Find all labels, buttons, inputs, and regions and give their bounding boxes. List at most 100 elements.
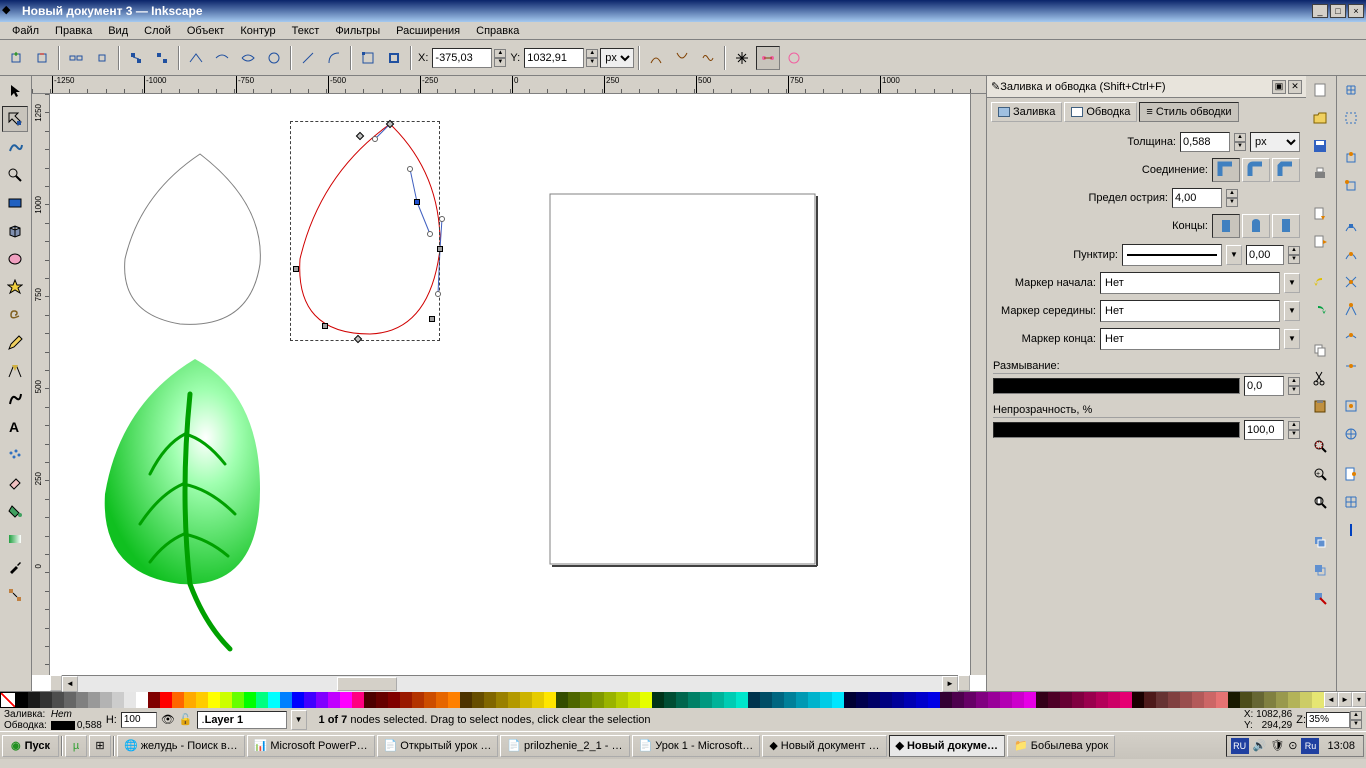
tab-stroke-style[interactable]: ≡Стиль обводки [1139, 102, 1238, 122]
color-swatch[interactable] [1312, 692, 1324, 708]
color-swatch[interactable] [1048, 692, 1060, 708]
unlink-clone-button[interactable] [1308, 586, 1332, 610]
color-swatch[interactable] [448, 692, 460, 708]
color-swatch[interactable] [652, 692, 664, 708]
color-swatch[interactable] [172, 692, 184, 708]
color-swatch[interactable] [16, 692, 28, 708]
color-swatch[interactable] [484, 692, 496, 708]
color-swatch[interactable] [928, 692, 940, 708]
new-doc-button[interactable] [1308, 78, 1332, 102]
color-swatch[interactable] [688, 692, 700, 708]
dock-close-button[interactable]: ✕ [1288, 80, 1302, 94]
eye-icon[interactable]: 👁 [161, 713, 175, 726]
object-to-path-button[interactable] [356, 46, 380, 70]
color-swatch[interactable] [1132, 692, 1144, 708]
color-swatch[interactable] [100, 692, 112, 708]
close-button[interactable]: × [1348, 4, 1364, 18]
color-swatch[interactable] [988, 692, 1000, 708]
snap-grid-button[interactable] [1339, 490, 1363, 514]
import-button[interactable] [1308, 202, 1332, 226]
marker-mid-arrow[interactable]: ▼ [1284, 301, 1300, 321]
segment-curve-button[interactable] [322, 46, 346, 70]
palette-scroll-right[interactable]: ► [1338, 692, 1352, 707]
duplicate-button[interactable] [1308, 530, 1332, 554]
blur-slider[interactable] [993, 378, 1240, 394]
no-paint-swatch[interactable] [0, 692, 16, 708]
snap-rotation-center-button[interactable] [1339, 422, 1363, 446]
marker-end-arrow[interactable]: ▼ [1284, 329, 1300, 349]
zoom-fit-selection[interactable] [1308, 434, 1332, 458]
connector-tool[interactable] [2, 582, 28, 608]
color-swatch[interactable] [964, 692, 976, 708]
color-swatch[interactable] [1204, 692, 1216, 708]
color-swatch[interactable] [940, 692, 952, 708]
color-swatch[interactable] [856, 692, 868, 708]
taskbar-task[interactable]: ◆Новый докуме… [889, 735, 1006, 757]
spray-tool[interactable] [2, 442, 28, 468]
color-swatch[interactable] [292, 692, 304, 708]
show-transform-handles-button[interactable] [730, 46, 754, 70]
taskbar-task[interactable]: 📁Бобылева урок [1007, 735, 1115, 757]
selector-tool[interactable] [2, 78, 28, 104]
tweak-tool[interactable] [2, 134, 28, 160]
maximize-button[interactable]: □ [1330, 4, 1346, 18]
cut-button[interactable] [1308, 366, 1332, 390]
color-swatch[interactable] [580, 692, 592, 708]
color-swatch[interactable] [844, 692, 856, 708]
snap-intersection-button[interactable] [1339, 270, 1363, 294]
stroke-width-unit[interactable]: px [1250, 132, 1300, 152]
color-swatch[interactable] [376, 692, 388, 708]
taskbar-task[interactable]: 📄Урок 1 - Microsoft… [632, 735, 761, 757]
color-swatch[interactable] [388, 692, 400, 708]
color-swatch[interactable] [496, 692, 508, 708]
show-outline-button[interactable] [782, 46, 806, 70]
lang-indicator-1[interactable]: RU [1231, 738, 1249, 754]
color-swatch[interactable] [424, 692, 436, 708]
node-smooth-button[interactable] [210, 46, 234, 70]
color-swatch[interactable] [472, 692, 484, 708]
snap-node-button[interactable] [1339, 214, 1363, 238]
control-handle[interactable] [407, 166, 413, 172]
dropper-tool[interactable] [2, 554, 28, 580]
y-input[interactable] [524, 48, 584, 68]
show-clip-button[interactable] [644, 46, 668, 70]
color-swatch[interactable] [400, 692, 412, 708]
lang-indicator-2[interactable]: Ru [1301, 738, 1319, 754]
color-swatch[interactable] [280, 692, 292, 708]
stroke-to-path-button[interactable] [382, 46, 406, 70]
color-swatch[interactable] [1096, 692, 1108, 708]
node-symmetric-button[interactable] [236, 46, 260, 70]
color-swatch[interactable] [1156, 692, 1168, 708]
node-handle[interactable] [322, 323, 328, 329]
control-handle[interactable] [372, 136, 378, 142]
color-swatch[interactable] [148, 692, 160, 708]
color-swatch[interactable] [52, 692, 64, 708]
color-swatch[interactable] [748, 692, 760, 708]
snap-enabled-button[interactable] [1339, 78, 1363, 102]
color-swatch[interactable] [760, 692, 772, 708]
color-swatch[interactable] [664, 692, 676, 708]
color-swatch[interactable] [868, 692, 880, 708]
menu-help[interactable]: Справка [468, 24, 527, 38]
color-swatch[interactable] [256, 692, 268, 708]
paste-button[interactable] [1308, 394, 1332, 418]
color-swatch[interactable] [808, 692, 820, 708]
unit-select[interactable]: px [600, 48, 634, 68]
control-handle[interactable] [427, 231, 433, 237]
width-spinner[interactable]: ▲▼ [1234, 133, 1246, 151]
join-nodes-button[interactable] [90, 46, 114, 70]
color-swatch[interactable] [268, 692, 280, 708]
color-swatch[interactable] [316, 692, 328, 708]
print-button[interactable] [1308, 162, 1332, 186]
quick-zoom-plus[interactable] [958, 675, 970, 691]
canvas[interactable] [50, 94, 970, 675]
opacity-quick-input[interactable] [121, 712, 157, 728]
snap-bbox-button[interactable] [1339, 106, 1363, 130]
zoom-fit-drawing[interactable]: + [1308, 462, 1332, 486]
color-swatch[interactable] [352, 692, 364, 708]
open-doc-button[interactable] [1308, 106, 1332, 130]
node-handle[interactable] [293, 266, 299, 272]
stroke-width-input[interactable] [1180, 132, 1230, 152]
snap-guide-button[interactable] [1339, 518, 1363, 542]
snap-smooth-button[interactable] [1339, 326, 1363, 350]
